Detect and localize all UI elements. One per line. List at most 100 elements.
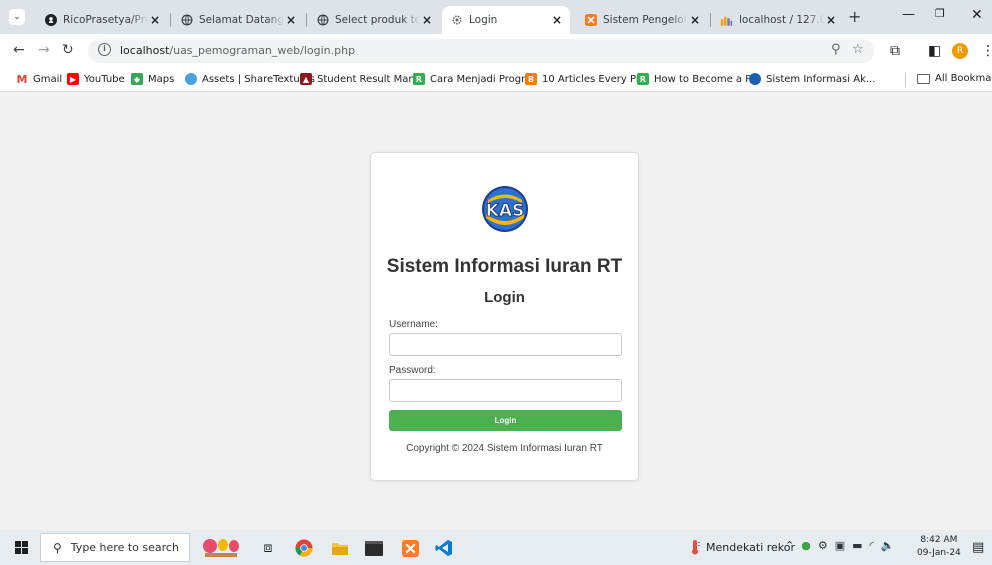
close-window-button[interactable]: ✕ — [971, 7, 983, 23]
bookmark-10-articles[interactable]: B 10 Articles Every Pr... — [525, 73, 649, 85]
bookmark-sistem-informasi[interactable]: Sistem Informasi Ak... — [749, 73, 875, 85]
tab-select-produk[interactable]: Select produk to char × — [308, 6, 440, 34]
settings-icon — [450, 14, 463, 27]
url-text[interactable]: localhost/uas_pemograman_web/login.php — [120, 44, 355, 57]
username-input[interactable] — [389, 333, 622, 356]
copyright-text: Copyright © 2024 Sistem Informasi Iuran … — [406, 443, 603, 454]
tab-selamat-datang[interactable]: Selamat Datang di To × — [172, 6, 304, 34]
github-icon — [44, 14, 57, 27]
side-panel-icon[interactable]: ◧ — [928, 43, 941, 59]
tab-phpmyadmin[interactable]: localhost / 127.0.0.1 × — [712, 6, 844, 34]
forward-button[interactable]: → — [38, 42, 50, 58]
dicoding-icon: R — [637, 73, 649, 85]
chrome-icon[interactable] — [294, 538, 314, 558]
tab-divider — [306, 13, 307, 27]
profile-avatar[interactable]: R — [952, 43, 968, 59]
bookmark-label: YouTube — [84, 73, 125, 85]
close-icon[interactable]: × — [688, 13, 702, 27]
wifi-icon[interactable]: ◜ — [870, 539, 874, 552]
tab-sistem-pengelolaan[interactable]: Sistem Pengelolaan K × — [576, 6, 708, 34]
vscode-icon[interactable] — [434, 538, 454, 558]
back-button[interactable]: ← — [13, 42, 25, 58]
balloons-widget-icon[interactable] — [200, 538, 242, 558]
battery-icon[interactable]: ▬ — [852, 539, 862, 552]
tab-login[interactable]: Login × — [442, 6, 570, 34]
tray-app-icon[interactable]: ● — [801, 539, 811, 552]
windows-start-icon[interactable] — [15, 541, 28, 554]
notification-icon[interactable]: ▤ — [972, 540, 984, 555]
menu-icon[interactable]: ⋮ — [981, 43, 992, 59]
url-host: localhost — [120, 44, 170, 57]
tab-title: Sistem Pengelolaan K — [603, 14, 688, 26]
sharetextures-icon — [185, 73, 197, 85]
clock-date: 09-Jan-24 — [917, 548, 961, 558]
bookmark-star-icon[interactable]: ☆ — [852, 42, 864, 57]
bookmark-gmail[interactable]: M Gmail — [16, 72, 63, 86]
maps-icon: ◆ — [131, 73, 143, 85]
password-input[interactable] — [389, 379, 622, 402]
bookmark-label: 10 Articles Every Pr... — [542, 73, 649, 85]
display-icon[interactable]: ▣ — [835, 539, 845, 552]
bookmarks-bar: M Gmail ▶ YouTube ◆ Maps Assets | ShareT… — [0, 68, 992, 92]
volume-icon[interactable]: 🔈 — [881, 539, 895, 552]
tab-title: Selamat Datang di To — [199, 14, 284, 26]
windows-taskbar: ⚲ Type here to search ⧈ Mendekati rekor … — [0, 530, 992, 565]
login-card: KAS Sistem Informasi Iuran RT Login User… — [370, 152, 639, 481]
blogger-icon: B — [525, 73, 537, 85]
close-icon[interactable]: × — [550, 13, 564, 27]
bookmark-label: Student Result Man... — [317, 73, 425, 85]
url-path: /uas_pemograman_web/login.php — [169, 44, 356, 57]
dicoding-icon: R — [413, 73, 425, 85]
browser-toolbar: ← → ↻ i localhost/uas_pemograman_web/log… — [0, 34, 992, 68]
bookmark-maps[interactable]: ◆ Maps — [131, 73, 174, 85]
clock[interactable]: 8:42 AM 09-Jan-24 — [917, 534, 961, 560]
network-tray-icon[interactable]: ⚙ — [818, 539, 828, 552]
close-icon[interactable]: × — [284, 13, 298, 27]
tab-github[interactable]: RicoPrasetya/Project_ × — [36, 6, 168, 34]
bookmark-label: Assets | ShareTextures — [202, 73, 315, 85]
bookmark-youtube[interactable]: ▶ YouTube — [67, 73, 125, 85]
close-icon[interactable]: × — [420, 13, 434, 27]
file-explorer-icon[interactable] — [330, 538, 350, 558]
weather-text[interactable]: Mendekati rekor — [706, 541, 795, 554]
gmail-icon: M — [16, 72, 28, 86]
chevron-up-icon[interactable]: ⌃ — [785, 539, 794, 552]
password-label: Password: — [389, 365, 436, 376]
extensions-icon[interactable]: ⧉ — [890, 43, 900, 59]
campus-icon — [749, 73, 761, 85]
taskbar-search-box[interactable]: ⚲ Type here to search — [40, 533, 190, 562]
terminal-icon[interactable] — [364, 538, 384, 558]
all-bookmarks-label: All Bookmarks — [935, 73, 992, 84]
clock-time: 8:42 AM — [920, 535, 958, 545]
student-icon: ▲ — [300, 73, 312, 85]
close-icon[interactable]: × — [148, 13, 162, 27]
bookmark-how-to-become[interactable]: R How to Become a P... — [637, 73, 759, 85]
bookmark-cara-menjadi[interactable]: R Cara Menjadi Progr... — [413, 73, 534, 85]
tab-search-button[interactable]: ⌄ — [9, 9, 25, 25]
info-icon[interactable]: i — [98, 43, 111, 56]
login-button[interactable]: Login — [389, 410, 622, 431]
thermometer-icon — [689, 539, 701, 555]
address-bar[interactable]: i localhost/uas_pemograman_web/login.php… — [88, 39, 874, 63]
minimize-button[interactable]: — — [902, 7, 915, 22]
bookmark-student-result[interactable]: ▲ Student Result Man... — [300, 73, 424, 85]
app-title: Sistem Informasi Iuran RT — [386, 256, 623, 277]
task-view-icon[interactable]: ⧈ — [258, 538, 278, 558]
tab-divider — [170, 13, 171, 27]
youtube-icon: ▶ — [67, 73, 79, 85]
reload-button[interactable]: ↻ — [62, 42, 74, 58]
xampp-app-icon[interactable] — [400, 538, 420, 558]
all-bookmarks-button[interactable]: All Bookmarks — [917, 73, 992, 84]
zoom-icon[interactable]: ⚲ — [831, 42, 841, 57]
kas-logo: KAS — [480, 184, 530, 234]
login-heading: Login — [484, 289, 525, 306]
new-tab-button[interactable]: + — [848, 9, 861, 25]
folder-icon — [917, 73, 930, 84]
page-viewport: KAS Sistem Informasi Iuran RT Login User… — [0, 92, 992, 530]
bookmark-sharetextures[interactable]: Assets | ShareTextures — [185, 73, 315, 85]
close-icon[interactable]: × — [824, 13, 838, 27]
tab-title: RicoPrasetya/Project_ — [63, 14, 148, 26]
restore-button[interactable]: ❐ — [935, 7, 945, 20]
tab-title: localhost / 127.0.0.1 — [739, 14, 824, 26]
tab-strip: ⌄ RicoPrasetya/Project_ × Selamat Datang… — [0, 0, 992, 34]
